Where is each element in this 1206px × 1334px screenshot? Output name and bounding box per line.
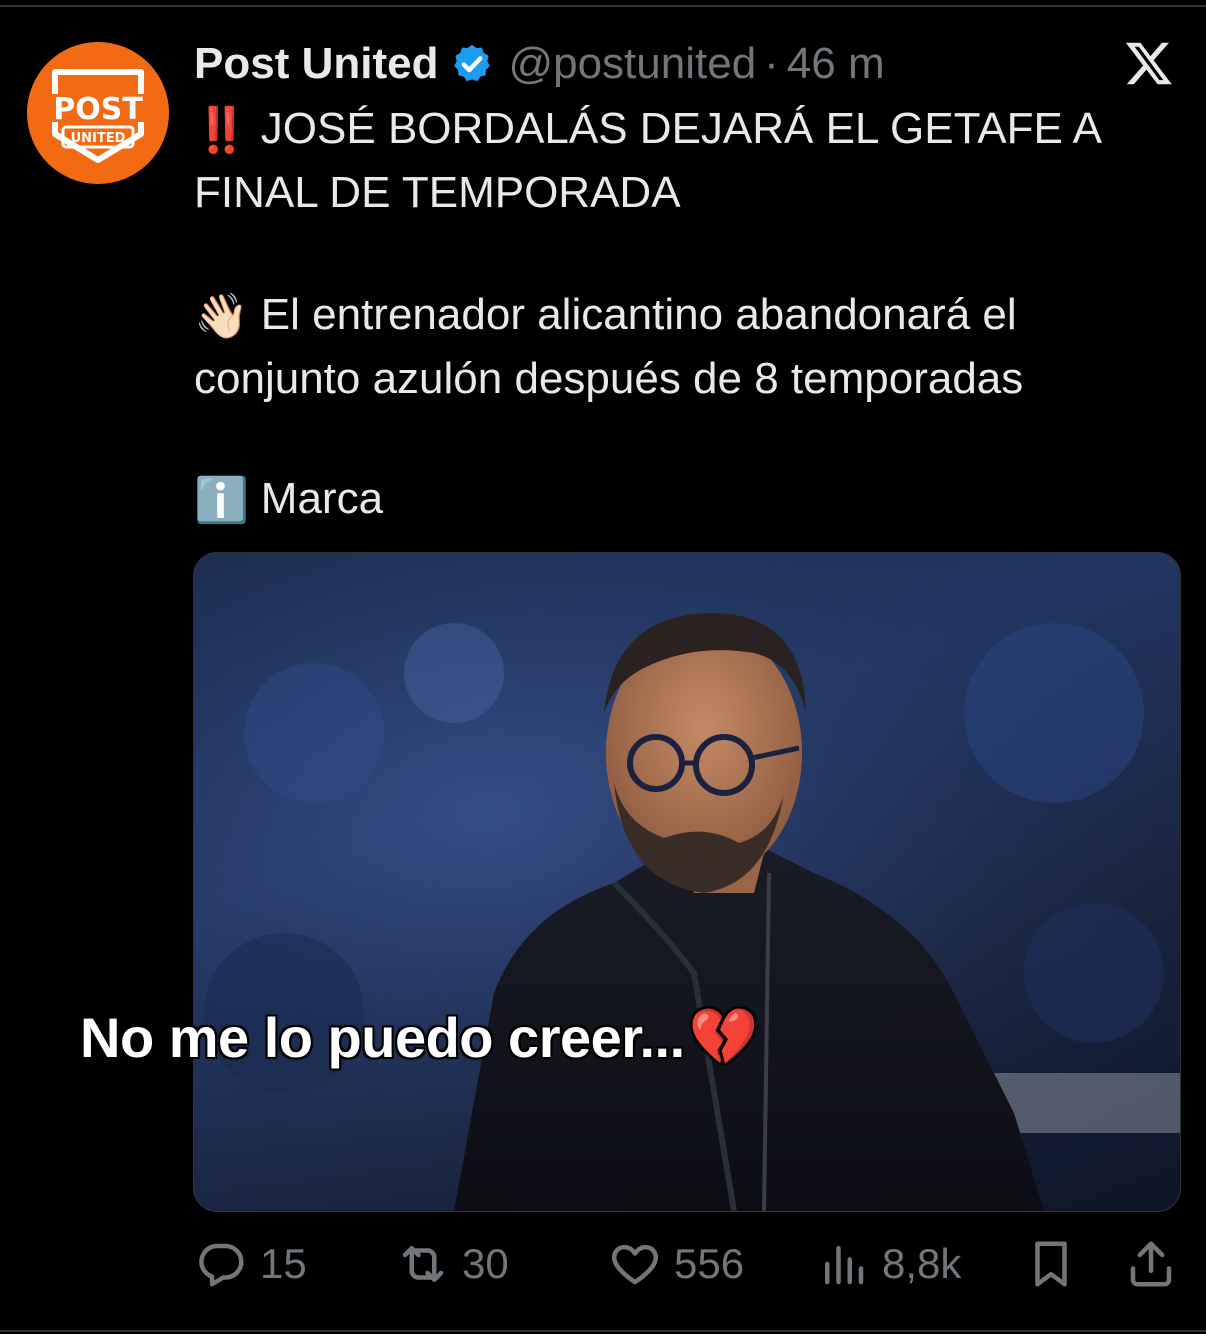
- separator-dot: ·: [764, 39, 779, 88]
- share-icon: [1130, 1241, 1172, 1287]
- repost-count: 30: [462, 1240, 509, 1287]
- tweet-photo[interactable]: [193, 552, 1181, 1212]
- waving-hand-emoji: 👋🏻: [194, 292, 249, 342]
- source-text: Marca: [260, 474, 384, 523]
- timestamp[interactable]: 46 m: [787, 39, 885, 89]
- repost-button[interactable]: 30: [396, 1232, 509, 1296]
- post-united-logo: POST UNITED: [27, 42, 169, 184]
- reply-icon: [199, 1243, 244, 1287]
- broken-heart-emoji: 💔: [688, 1005, 759, 1068]
- avatar-top-text: POST: [53, 92, 143, 127]
- like-count: 556: [674, 1240, 745, 1287]
- avatar[interactable]: POST UNITED: [27, 42, 169, 184]
- reply-button[interactable]: 15: [194, 1232, 307, 1296]
- like-button[interactable]: 556: [608, 1232, 744, 1296]
- repost-icon: [402, 1246, 444, 1282]
- bookmark-button[interactable]: [1024, 1232, 1078, 1296]
- views-count: 8,8k: [882, 1240, 962, 1287]
- double-exclamation-emoji: ‼️: [194, 106, 249, 156]
- heart-icon: [611, 1244, 659, 1285]
- overlay-caption: No me lo puedo creer... 💔: [80, 1004, 758, 1070]
- bookmark-icon: [1035, 1241, 1067, 1287]
- avatar-bottom-text: UNITED: [71, 131, 126, 146]
- share-button[interactable]: [1124, 1232, 1178, 1296]
- headline-text: JOSÉ BORDALÁS DEJARÁ EL GETAFE A FINAL D…: [194, 104, 1100, 218]
- tweet-headline: ‼️ JOSÉ BORDALÁS DEJARÁ EL GETAFE A FINAL…: [194, 98, 1174, 224]
- views-icon: [825, 1246, 864, 1285]
- body-text: El entrenador alicantino abandonará el c…: [194, 290, 1024, 404]
- top-divider: [0, 5, 1206, 7]
- verified-badge-icon: [454, 44, 491, 82]
- tweet-body: 👋🏻 El entrenador alicantino abandonará el…: [194, 284, 1174, 410]
- photo-illustration: [194, 553, 1180, 1211]
- information-emoji: ℹ️: [194, 476, 249, 526]
- x-logo-icon[interactable]: [1124, 38, 1174, 88]
- overlay-caption-text: No me lo puedo creer...: [80, 1005, 685, 1069]
- tweet-header: Post United @postunited · 46 m: [194, 34, 885, 94]
- display-name[interactable]: Post United: [194, 39, 438, 89]
- tweet-source: ℹ️ Marca: [194, 468, 1174, 532]
- reply-count: 15: [260, 1240, 307, 1287]
- views-button[interactable]: 8,8k: [816, 1232, 961, 1296]
- tweet-actions: 15 30 556 8,8k: [194, 1232, 1179, 1296]
- user-handle[interactable]: @postunited: [508, 39, 756, 89]
- bottom-divider: [0, 1330, 1206, 1332]
